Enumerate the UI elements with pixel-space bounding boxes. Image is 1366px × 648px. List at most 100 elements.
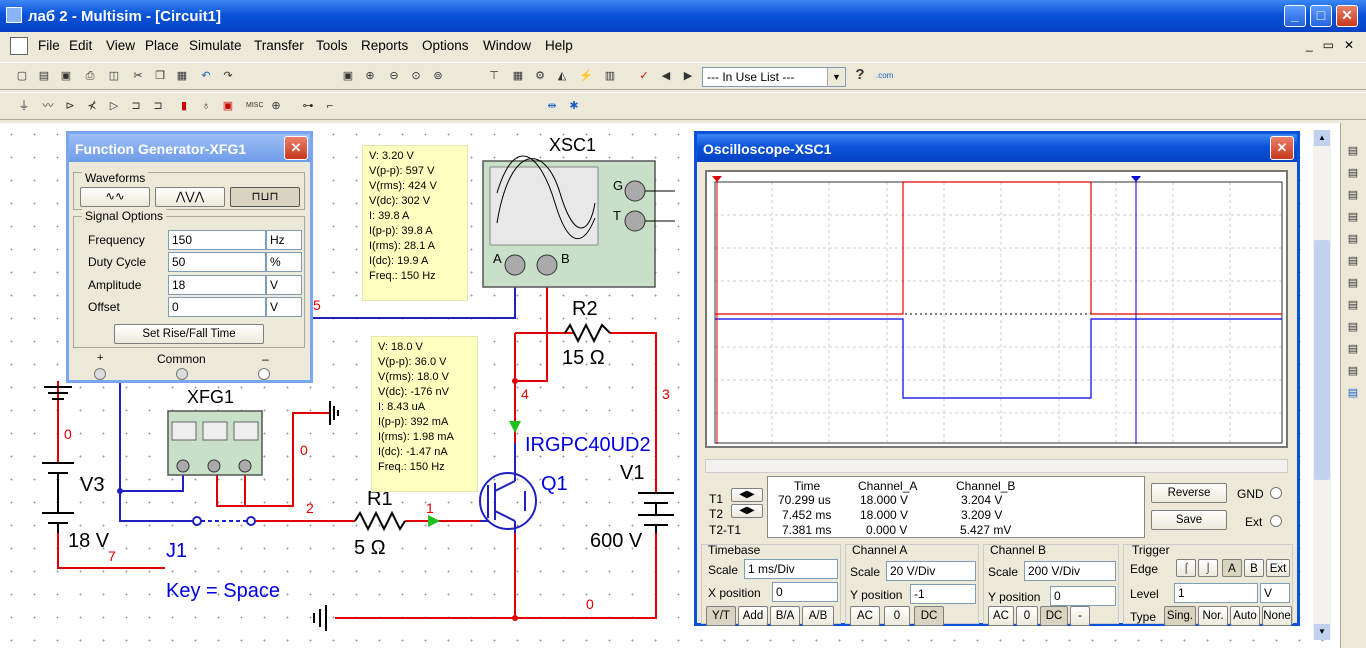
hierarchy-icon[interactable]: ⊤ xyxy=(486,68,502,84)
transistor-icon[interactable]: ⊀ xyxy=(84,98,100,114)
hierarchical-block-icon[interactable]: ⊶ xyxy=(300,98,316,114)
spectrum-analyzer-icon[interactable]: ▤ xyxy=(1345,341,1361,357)
gnd-terminal[interactable] xyxy=(1270,487,1282,499)
fg-close-icon[interactable]: ✕ xyxy=(284,136,308,160)
word-generator-icon[interactable]: ▤ xyxy=(1345,253,1361,269)
misc-icon[interactable]: MISC xyxy=(246,98,264,114)
logic-converter-icon[interactable]: ▤ xyxy=(1345,297,1361,313)
agilent-icon[interactable]: ▤ xyxy=(1345,385,1361,401)
basic-icon[interactable]: 〰 xyxy=(40,98,56,114)
ab-button[interactable]: A/B xyxy=(802,606,834,626)
ttl-icon[interactable]: ⊐ xyxy=(128,98,144,114)
channel-a-dc-button[interactable]: DC xyxy=(914,606,944,626)
redo-icon[interactable]: ↷ xyxy=(220,68,236,84)
channel-b-ac-button[interactable]: AC xyxy=(988,606,1014,626)
cmos-icon[interactable]: ⊐ xyxy=(150,98,166,114)
vertical-scrollbar[interactable]: ▲ ▼ xyxy=(1313,130,1331,640)
help-icon[interactable]: ? xyxy=(852,67,868,83)
fg-minus-terminal[interactable] xyxy=(258,368,270,380)
save-button[interactable]: Save xyxy=(1151,510,1227,530)
scroll-up-icon[interactable]: ▲ xyxy=(1314,130,1330,146)
undo-icon[interactable]: ↶ xyxy=(198,68,214,84)
diode-icon[interactable]: ⊳ xyxy=(62,98,78,114)
frequency-input[interactable]: 150 xyxy=(168,230,266,250)
source-icon[interactable]: ⏚ xyxy=(16,98,32,114)
ba-button[interactable]: B/A xyxy=(770,606,800,626)
channel-a-ypos-input[interactable]: -1 xyxy=(910,584,976,604)
menu-file[interactable]: File xyxy=(38,38,60,53)
menu-tools[interactable]: Tools xyxy=(316,38,348,53)
analog-icon[interactable]: ▷ xyxy=(106,98,122,114)
type-none-button[interactable]: None xyxy=(1262,606,1292,626)
amplitude-unit[interactable]: V xyxy=(266,275,302,295)
offset-input[interactable]: 0 xyxy=(168,297,266,317)
channel-a-scale-input[interactable]: 20 V/Div xyxy=(886,561,976,581)
t2-cursor-arrows[interactable]: ◀▶ xyxy=(731,504,763,518)
probe-2-icon[interactable]: ✱ xyxy=(566,98,582,114)
osc-h-scrollbar[interactable] xyxy=(705,459,1288,473)
doc-window-controls[interactable]: _ ▭ ✕ xyxy=(1306,38,1354,52)
frequency-unit[interactable]: Hz xyxy=(266,230,302,250)
minimize-button[interactable]: _ xyxy=(1284,5,1306,27)
menu-transfer[interactable]: Transfer xyxy=(254,38,304,53)
logic-analyzer-icon[interactable]: ▤ xyxy=(1345,275,1361,291)
misc-digital-icon[interactable]: ▣ xyxy=(220,98,236,114)
timebase-scale-input[interactable]: 1 ms/Div xyxy=(744,559,838,579)
zoom-fit-icon[interactable]: ⊚ xyxy=(430,68,446,84)
indicator-icon[interactable]: ♁ xyxy=(198,98,214,114)
add-button[interactable]: Add xyxy=(738,606,768,626)
osc-close-icon[interactable]: ✕ xyxy=(1270,136,1294,160)
maximize-button[interactable]: □ xyxy=(1310,5,1332,27)
probe-icon[interactable]: ⇹ xyxy=(544,98,560,114)
new-icon[interactable]: ▢ xyxy=(14,68,30,84)
paste-icon[interactable]: ▦ xyxy=(174,68,190,84)
bode-plotter-icon[interactable]: ▤ xyxy=(1345,231,1361,247)
type-auto-button[interactable]: Auto xyxy=(1230,606,1260,626)
distortion-analyzer-icon[interactable]: ▤ xyxy=(1345,319,1361,335)
fullscreen-icon[interactable]: ▣ xyxy=(340,68,356,84)
copy-icon[interactable]: ❐ xyxy=(152,68,168,84)
component-wizard-icon[interactable]: ◭ xyxy=(554,68,570,84)
scroll-down-icon[interactable]: ▼ xyxy=(1314,624,1330,640)
close-button[interactable]: ✕ xyxy=(1336,5,1358,27)
falling-edge-icon[interactable]: ⌡ xyxy=(1198,559,1218,577)
amplitude-input[interactable]: 18 xyxy=(168,275,266,295)
function-generator-icon[interactable]: ▤ xyxy=(1345,165,1361,181)
trigger-a-button[interactable]: A xyxy=(1222,559,1242,577)
rf-icon[interactable]: ⊕ xyxy=(268,98,284,114)
level-input[interactable]: 1 xyxy=(1174,583,1258,603)
spreadsheet-icon[interactable]: ▦ xyxy=(510,68,526,84)
trigger-b-button[interactable]: B xyxy=(1244,559,1264,577)
zoom-out-icon[interactable]: ⊖ xyxy=(386,68,402,84)
offset-unit[interactable]: V xyxy=(266,297,302,317)
type-single-button[interactable]: Sing. xyxy=(1164,606,1196,626)
menu-options[interactable]: Options xyxy=(422,38,469,53)
t1-cursor-arrows[interactable]: ◀▶ xyxy=(731,488,763,502)
trigger-ext-button[interactable]: Ext xyxy=(1266,559,1290,577)
level-unit[interactable]: V xyxy=(1260,583,1290,603)
menu-view[interactable]: View xyxy=(106,38,135,53)
preview-icon[interactable]: ◫ xyxy=(106,68,122,84)
save-icon[interactable]: ▣ xyxy=(58,68,74,84)
menu-simulate[interactable]: Simulate xyxy=(189,38,242,53)
channel-a-zero-button[interactable]: 0 xyxy=(884,606,910,626)
cut-icon[interactable]: ✂ xyxy=(130,68,146,84)
menu-reports[interactable]: Reports xyxy=(361,38,408,53)
sine-wave-button[interactable]: ∿∿ xyxy=(80,187,150,207)
channel-b-dc-button[interactable]: DC xyxy=(1040,606,1068,626)
grapher-icon[interactable]: ▥ xyxy=(602,68,618,84)
forward-annotate-icon[interactable]: ◀ xyxy=(658,68,674,84)
bus-icon[interactable]: ⌐ xyxy=(322,98,338,114)
channel-b-ypos-input[interactable]: 0 xyxy=(1050,586,1116,606)
x-position-input[interactable]: 0 xyxy=(772,582,838,602)
oscilloscope-icon[interactable]: ▤ xyxy=(1345,209,1361,225)
square-wave-button[interactable]: ⊓⊔⊓ xyxy=(230,187,300,207)
duty-cycle-input[interactable]: 50 xyxy=(168,252,266,272)
menu-place[interactable]: Place xyxy=(145,38,179,53)
menu-edit[interactable]: Edit xyxy=(69,38,92,53)
zoom-area-icon[interactable]: ⊙ xyxy=(408,68,424,84)
web-icon[interactable]: .com xyxy=(876,68,893,84)
channel-a-ac-button[interactable]: AC xyxy=(850,606,880,626)
triangle-wave-button[interactable]: ⋀⋁⋀ xyxy=(155,187,225,207)
yt-button[interactable]: Y/T xyxy=(706,606,736,626)
